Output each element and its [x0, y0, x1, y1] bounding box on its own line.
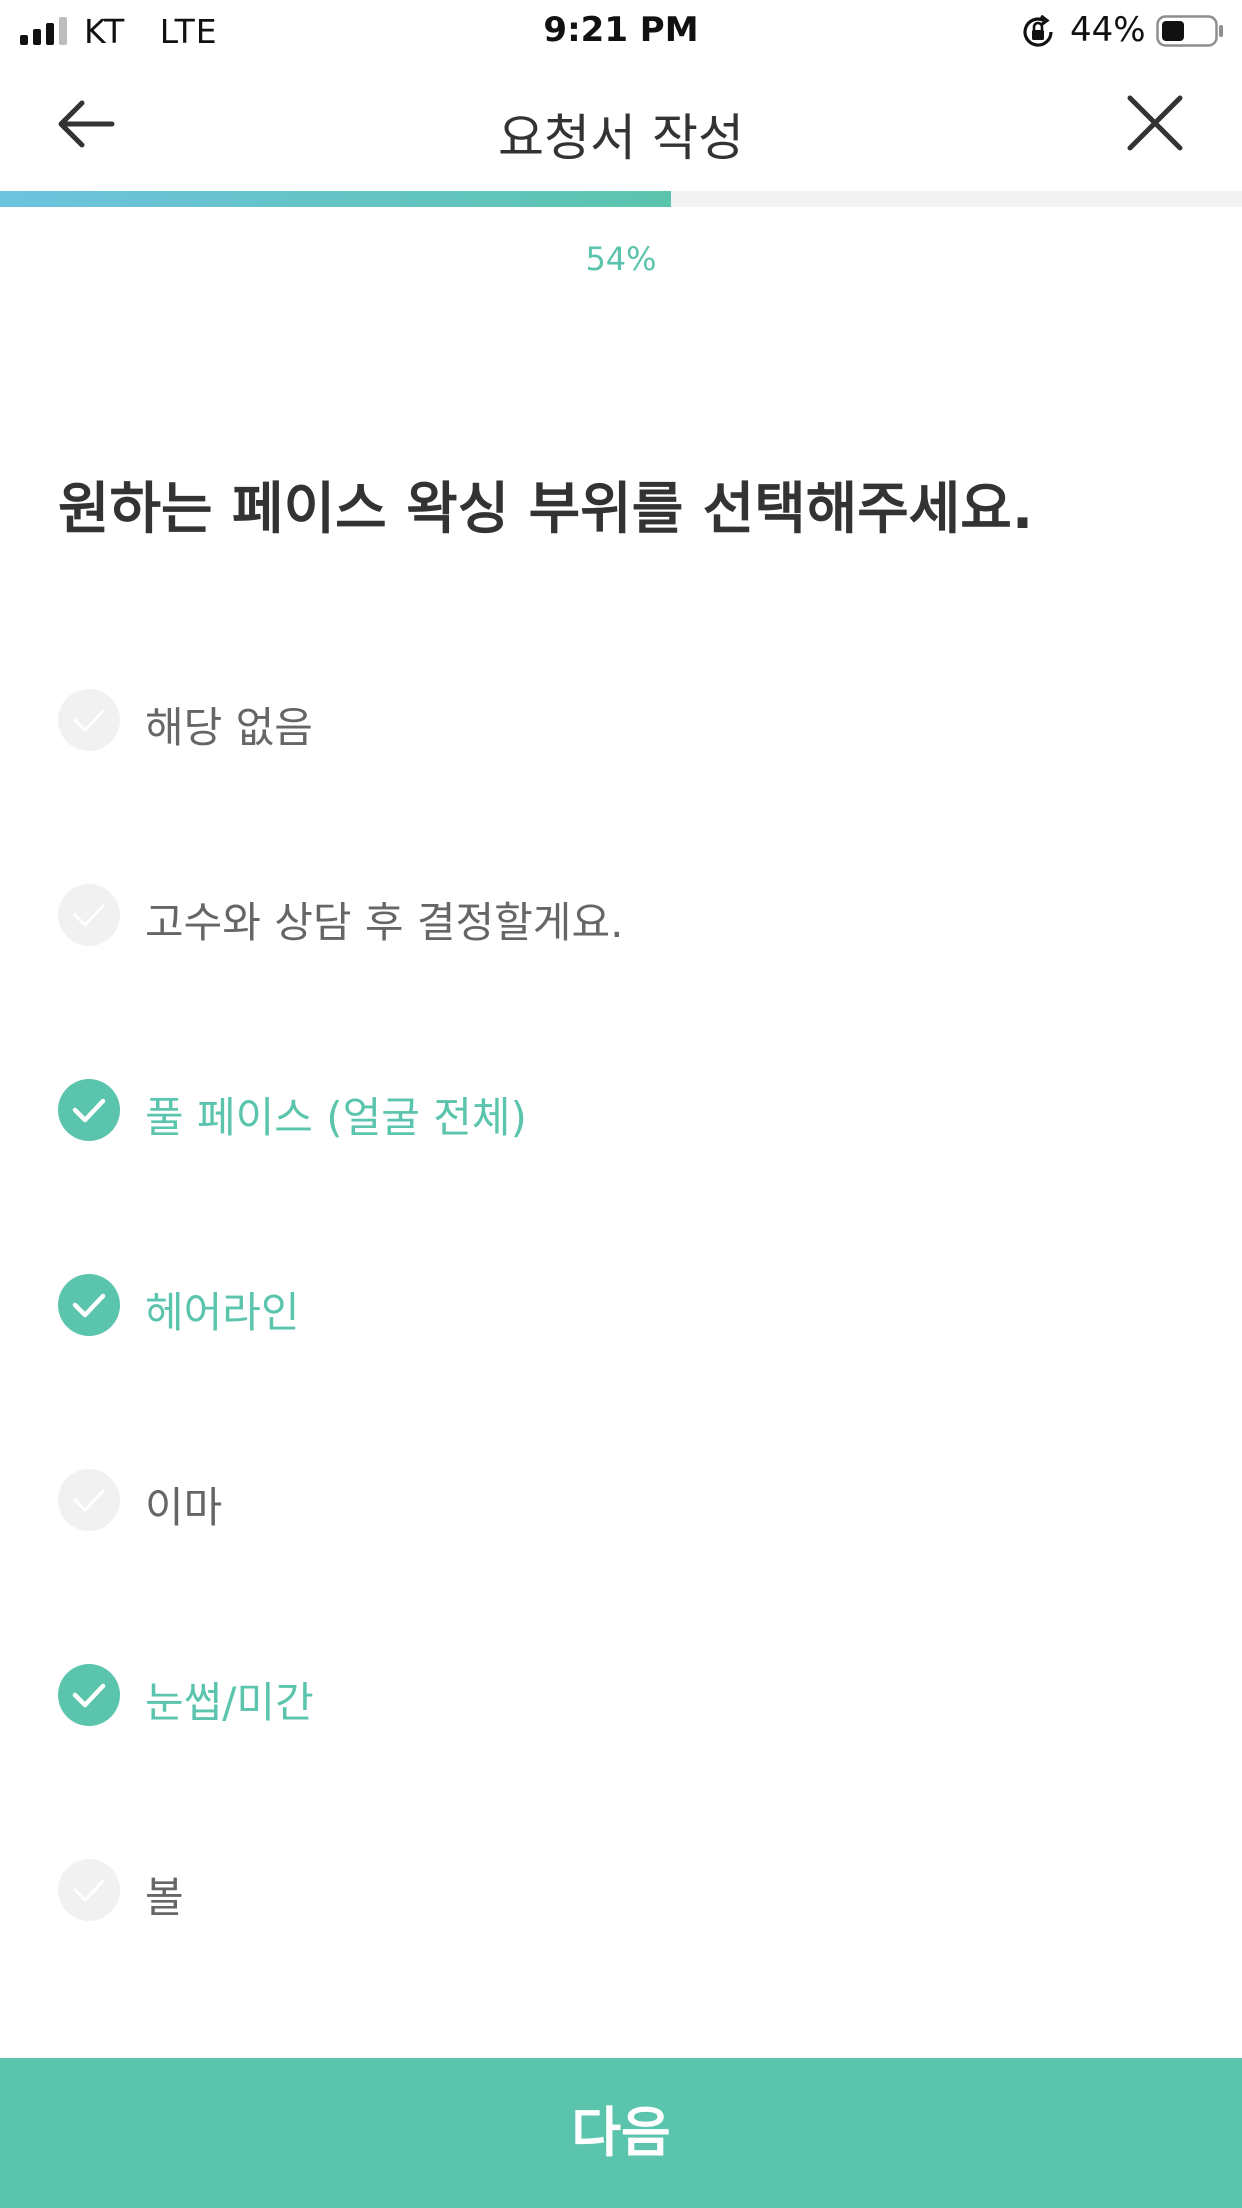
option-label: 이마	[145, 1483, 223, 1532]
checkmark-icon[interactable]	[58, 1859, 120, 1921]
checkmark-icon[interactable]	[58, 1274, 120, 1336]
progress-label: 54%	[585, 240, 657, 278]
option-label: 해당 없음	[145, 703, 313, 752]
option-item[interactable]: 해당 없음	[0, 689, 1242, 819]
option-label: 헤어라인	[145, 1288, 300, 1337]
checkmark-icon[interactable]	[58, 884, 120, 946]
checkmark-icon[interactable]	[58, 689, 120, 751]
checkmark-icon[interactable]	[58, 1469, 120, 1531]
battery-percent: 44%	[1070, 10, 1146, 50]
option-item[interactable]: 볼	[0, 1859, 1242, 1989]
checkmark-icon[interactable]	[58, 1079, 120, 1141]
question-title: 원하는 페이스 왁싱 부위를 선택해주세요.	[58, 477, 1034, 542]
battery-icon	[1156, 15, 1223, 47]
option-label: 눈썹/미간	[145, 1678, 314, 1727]
option-label: 풀 페이스 (얼굴 전체)	[145, 1093, 527, 1142]
option-label: 볼	[145, 1873, 184, 1922]
next-button[interactable]: 다음	[0, 2058, 1242, 2208]
orientation-lock-icon	[1023, 14, 1053, 47]
option-item[interactable]: 눈썹/미간	[0, 1664, 1242, 1794]
option-item[interactable]: 풀 페이스 (얼굴 전체)	[0, 1079, 1242, 1209]
progress-fill	[0, 191, 671, 207]
option-item[interactable]: 고수와 상담 후 결정할게요.	[0, 884, 1242, 1014]
progress-bar	[0, 191, 1242, 207]
status-bar: KT LTE 9:21 PM 44%	[0, 0, 1242, 62]
navigation-bar: 요청서 작성	[0, 62, 1242, 192]
close-icon[interactable]	[1124, 92, 1186, 154]
option-label: 고수와 상담 후 결정할게요.	[145, 898, 624, 947]
option-item[interactable]: 헤어라인	[0, 1274, 1242, 1404]
option-item[interactable]: 이마	[0, 1469, 1242, 1599]
page-title: 요청서 작성	[498, 109, 744, 167]
checkmark-icon[interactable]	[58, 1664, 120, 1726]
